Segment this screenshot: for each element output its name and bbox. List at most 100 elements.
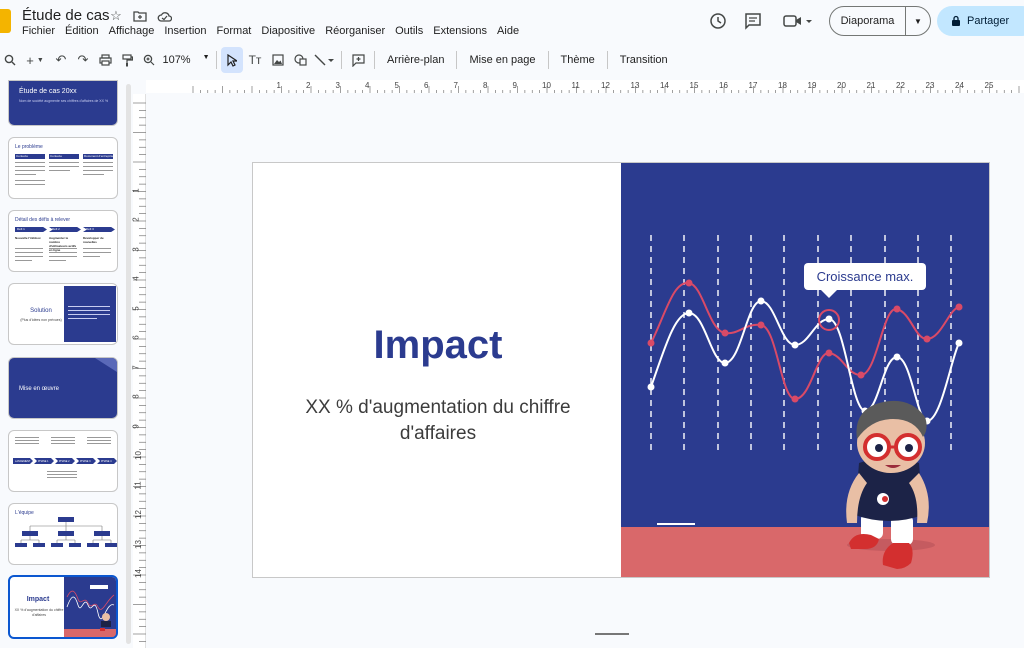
menu-outils[interactable]: Outils bbox=[395, 25, 429, 37]
text-box-icon[interactable]: Tт bbox=[243, 47, 267, 73]
transition-button[interactable]: Transition bbox=[612, 47, 676, 73]
layout-button[interactable]: Mise en page bbox=[461, 47, 543, 73]
slide-title[interactable]: Impact bbox=[253, 323, 623, 368]
thumb-title: Étude de cas 20xx bbox=[19, 88, 77, 95]
print-icon[interactable] bbox=[94, 47, 116, 73]
cloud-status-icon[interactable] bbox=[156, 8, 172, 24]
thumb-step: Défi 2 bbox=[49, 227, 81, 232]
org-chart-diagram bbox=[15, 517, 117, 547]
zoom-icon[interactable] bbox=[138, 47, 160, 73]
illustration-panel[interactable]: Croissance max. bbox=[621, 163, 990, 578]
zoom-value: 107% bbox=[162, 54, 191, 66]
slide-thumbnail-4[interactable]: Solution (Plus d'idées non prévues) bbox=[8, 283, 118, 345]
menu-extensions[interactable]: Extensions bbox=[433, 25, 493, 37]
slide-thumbnail-6[interactable]: LANCEMENT PHASE 1 PHASE 2 PHASE 3 PHASE … bbox=[8, 430, 118, 492]
slide-thumbnail-7[interactable]: L'équipe bbox=[8, 503, 118, 565]
ruler-label: 17 bbox=[748, 81, 758, 90]
slideshow-button[interactable]: Diaporama ▼ bbox=[829, 6, 931, 36]
slide-thumbnail-2[interactable]: Le problème Contexte Contexte Document d… bbox=[8, 137, 118, 199]
comments-icon[interactable] bbox=[742, 10, 764, 32]
ruler-label: 21 bbox=[866, 81, 876, 90]
meet-camera-icon[interactable] bbox=[781, 10, 815, 32]
ruler-label: 5 bbox=[131, 305, 141, 311]
background-button[interactable]: Arrière-plan bbox=[379, 47, 452, 73]
ruler-label: 2 bbox=[131, 217, 141, 222]
toolbar: + ▼ ↶ ↷ 107% ▼ Tт Arrière-plan Mise en pa… bbox=[0, 47, 1024, 73]
callout-label[interactable]: Croissance max. bbox=[817, 269, 914, 284]
redo-icon[interactable]: ↷ bbox=[72, 47, 94, 73]
shape-icon[interactable] bbox=[289, 47, 311, 73]
divider bbox=[606, 51, 608, 69]
search-menus-icon[interactable] bbox=[0, 47, 20, 73]
chevron-down-icon[interactable]: ▼ bbox=[906, 17, 930, 26]
thumb-head: Nouvelle l'infobox bbox=[15, 236, 41, 240]
share-button[interactable]: Partager bbox=[937, 6, 1024, 36]
chevron-down-icon: ▼ bbox=[202, 54, 210, 61]
star-icon[interactable]: ☆ bbox=[108, 8, 124, 24]
slideshow-label[interactable]: Diaporama bbox=[830, 7, 906, 35]
menu-aide[interactable]: Aide bbox=[497, 25, 525, 37]
image-icon[interactable] bbox=[267, 47, 289, 73]
ruler-label: 5 bbox=[394, 81, 399, 90]
zoom-select[interactable]: 107% ▼ bbox=[160, 54, 212, 66]
menu-insertion[interactable]: Insertion bbox=[164, 25, 212, 37]
slide-thumbnail-5[interactable]: Mise en œuvre bbox=[8, 357, 118, 419]
filmstrip-scrollbar[interactable] bbox=[126, 84, 131, 644]
ruler-label: 9 bbox=[131, 423, 141, 429]
ruler-label: 12 bbox=[601, 81, 610, 90]
move-folder-icon[interactable] bbox=[132, 8, 148, 24]
canvas-resize-handle[interactable] bbox=[595, 633, 629, 635]
ruler-label: 4 bbox=[365, 81, 370, 90]
thumb-step: PHASE 3 bbox=[76, 458, 96, 464]
ruler-label: 3 bbox=[131, 246, 141, 252]
paint-format-icon[interactable] bbox=[116, 47, 138, 73]
thumb-step: PHASE 1 bbox=[34, 458, 54, 464]
insert-comment-icon[interactable] bbox=[346, 47, 370, 73]
slide-thumbnail-8[interactable]: Impact XX % d'augmentation du chiffre d'… bbox=[8, 575, 118, 639]
line-icon[interactable] bbox=[311, 47, 337, 73]
ruler-label: 7 bbox=[131, 364, 141, 370]
menu-reorganiser[interactable]: Réorganiser bbox=[325, 25, 391, 37]
ruler-label: 3 bbox=[335, 81, 340, 90]
new-slide-icon[interactable]: + ▼ bbox=[20, 47, 50, 73]
ruler-label: 18 bbox=[778, 81, 787, 90]
divider bbox=[341, 51, 342, 69]
divider bbox=[456, 51, 458, 69]
horizontal-ruler[interactable]: 1 2 3 4 5 6 7 8 9 10 11 12 13 14 15 16 17 18 19 20 21 22 23 24 2… bbox=[146, 80, 1024, 94]
menu-diapositive[interactable]: Diapositive bbox=[261, 25, 321, 37]
menu-fichier[interactable]: Fichier bbox=[22, 25, 61, 37]
version-history-icon[interactable] bbox=[707, 10, 729, 32]
menu-edition[interactable]: Édition bbox=[65, 25, 105, 37]
slide-subtitle[interactable]: XX % d'augmentation du chiffre d'affaire… bbox=[283, 395, 593, 447]
thumb-step: PHASE 2 bbox=[55, 458, 75, 464]
ruler-label: 8 bbox=[483, 81, 488, 90]
select-cursor-icon[interactable] bbox=[221, 47, 243, 73]
document-title[interactable]: Étude de cas bbox=[22, 7, 110, 24]
thumb-col-head: Contexte bbox=[49, 154, 79, 159]
title-icons: ☆ bbox=[108, 8, 172, 24]
mascot-character bbox=[846, 400, 935, 569]
thumb-panel bbox=[64, 577, 116, 637]
theme-button[interactable]: Thème bbox=[553, 47, 603, 73]
vertical-ruler[interactable]: 1 2 3 4 5 6 7 8 9 10 11 12 13 14 bbox=[131, 94, 146, 648]
thumb-text: Nom de société augmente ses chiffres d'a… bbox=[19, 99, 109, 103]
ruler-label: 10 bbox=[133, 451, 143, 460]
ruler-label: 6 bbox=[424, 81, 429, 90]
ruler-label: 11 bbox=[133, 480, 143, 490]
thumb-col-head: Contexte bbox=[15, 154, 45, 159]
menu-format[interactable]: Format bbox=[217, 25, 258, 37]
slide-thumbnail-1[interactable]: Étude de cas 20xx Nom de société augment… bbox=[8, 80, 118, 126]
thumb-column: Contexte bbox=[15, 154, 45, 194]
thumb-step: LANCEMENT bbox=[13, 458, 33, 464]
slide[interactable]: Impact XX % d'augmentation du chiffre d'… bbox=[252, 162, 990, 578]
slide-thumbnail-3[interactable]: Détail des défis à relever Défi 1 Défi 2… bbox=[8, 210, 118, 272]
menu-affichage[interactable]: Affichage bbox=[109, 25, 161, 37]
ruler-label: 2 bbox=[306, 81, 311, 90]
thumb-head: Développer de nouvelles bbox=[83, 236, 104, 244]
undo-icon[interactable]: ↶ bbox=[50, 47, 72, 73]
slides-logo[interactable] bbox=[0, 9, 11, 33]
thumb-panel bbox=[64, 286, 116, 342]
divider bbox=[547, 51, 549, 69]
ruler-label: 12 bbox=[133, 510, 143, 519]
thumb-step: Défi 3 bbox=[83, 227, 115, 232]
